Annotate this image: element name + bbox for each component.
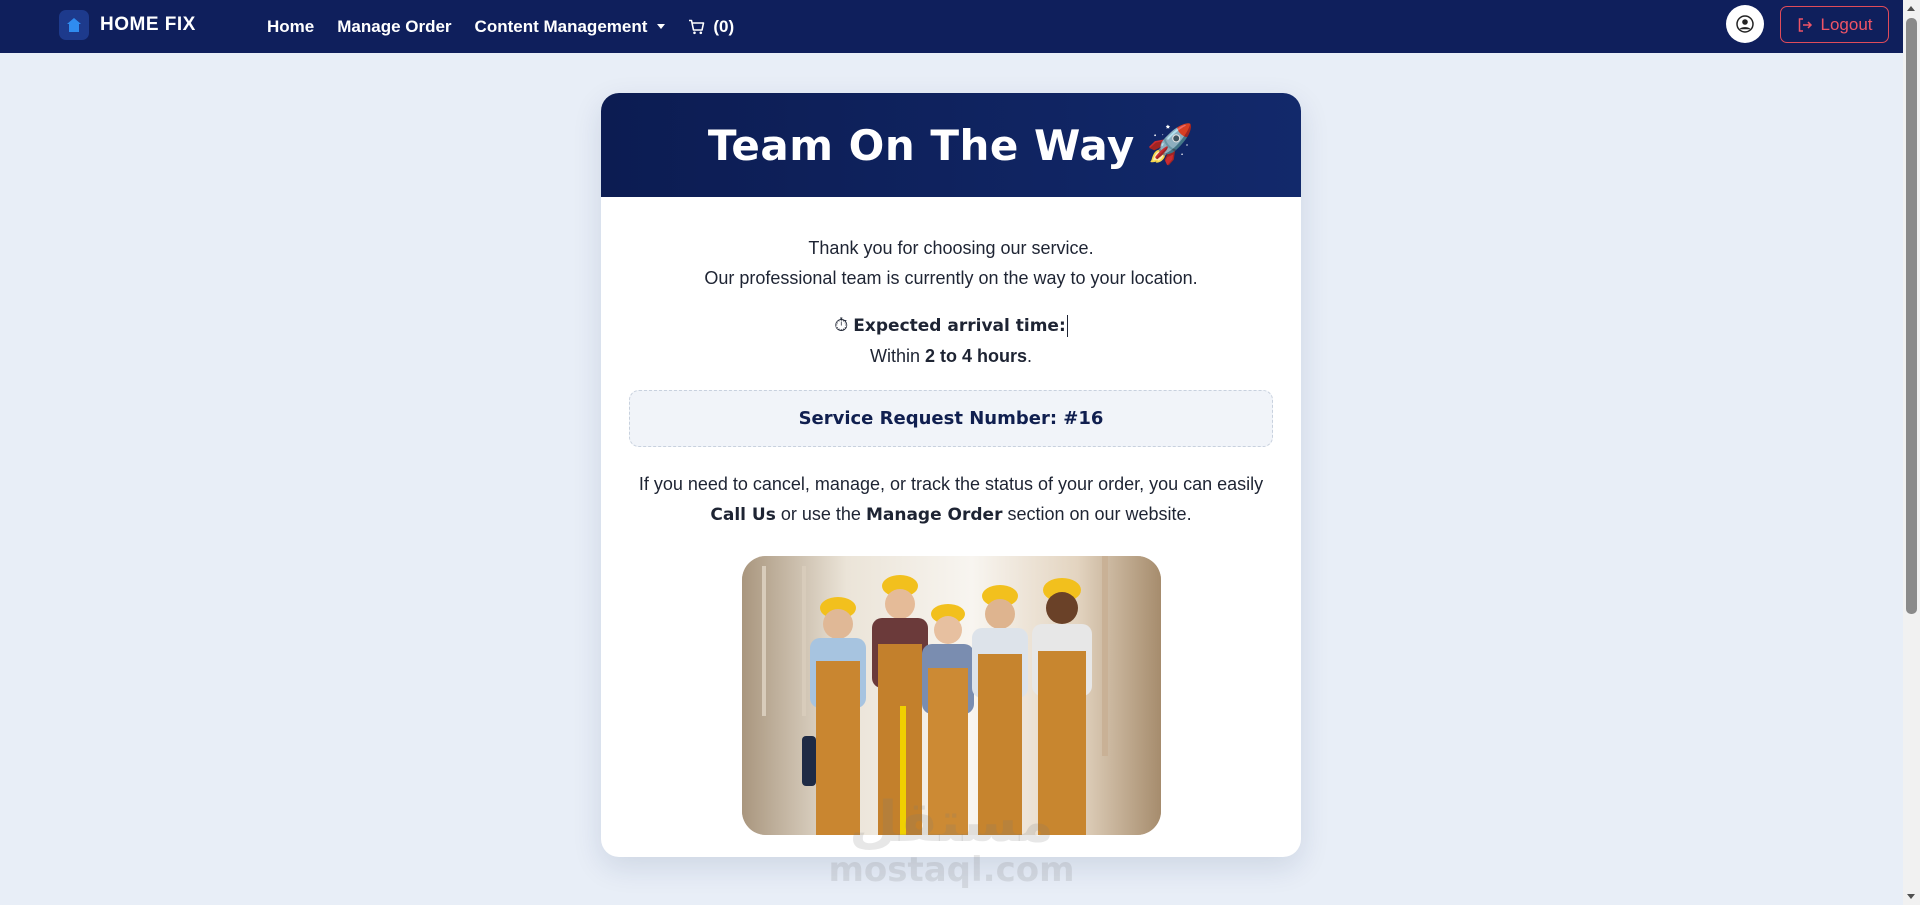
scroll-down-arrow-icon[interactable] xyxy=(1907,894,1915,899)
nav-home[interactable]: Home xyxy=(267,17,314,37)
help-part-3: section on our website. xyxy=(1007,504,1192,524)
scroll-up-arrow-icon[interactable] xyxy=(1907,6,1915,11)
house-icon xyxy=(59,10,89,40)
help-part-2: or use the xyxy=(780,504,861,524)
logout-label: Logout xyxy=(1820,14,1873,34)
logout-icon xyxy=(1798,17,1812,32)
cart-count: (0) xyxy=(713,16,735,36)
intro-line-1: Thank you for choosing our service. xyxy=(808,238,1094,258)
page-title: Team On The Way xyxy=(707,120,1135,170)
arrival-value: 2 to 4 hours xyxy=(925,346,1028,366)
card-header: Team On The Way 🚀 xyxy=(601,93,1301,197)
manage-order-text: Manage Order xyxy=(865,505,1003,525)
intro-line-2: Our professional team is currently on th… xyxy=(704,268,1198,288)
arrival-label: Expected arrival time: xyxy=(853,316,1066,336)
confirmation-card: Team On The Way 🚀 Thank you for choosing… xyxy=(601,93,1301,857)
card-body: Thank you for choosing our service. Our … xyxy=(601,233,1301,835)
arrival-info: ⏱ Expected arrival time: Within 2 to 4 h… xyxy=(601,310,1301,371)
watermark-site: mostaql.com xyxy=(828,850,1075,890)
scrollbar-thumb[interactable] xyxy=(1906,18,1917,614)
brand-name: HOME FIX xyxy=(100,14,196,35)
arrival-prefix: Within xyxy=(869,346,920,366)
help-part-1: If you need to cancel, manage, or track … xyxy=(638,474,1264,494)
intro-text: Thank you for choosing our service. Our … xyxy=(601,233,1301,293)
page-scrollbar[interactable] xyxy=(1903,0,1920,905)
cart-link[interactable]: (0) xyxy=(688,17,734,37)
nav-manage-order[interactable]: Manage Order xyxy=(337,17,451,37)
arrival-suffix: . xyxy=(1027,346,1033,366)
navbar: HOME FIX Home Manage Order Content Manag… xyxy=(0,0,1920,53)
text-cursor xyxy=(1066,315,1068,338)
help-text: If you need to cancel, manage, or track … xyxy=(631,469,1271,530)
nav-links: Home Manage Order Content Management (0) xyxy=(267,0,734,53)
rocket-icon: 🚀 xyxy=(1146,124,1195,166)
nav-content-management-label: Content Management xyxy=(474,16,648,36)
service-request-number: Service Request Number: #16 xyxy=(629,390,1273,447)
user-circle-icon xyxy=(1736,15,1754,33)
cart-icon xyxy=(689,19,705,34)
brand[interactable]: HOME FIX xyxy=(59,10,196,40)
call-us-text: Call Us xyxy=(710,505,776,525)
stopwatch-icon: ⏱ xyxy=(834,315,849,335)
chevron-down-icon xyxy=(657,24,666,29)
user-profile-button[interactable] xyxy=(1726,5,1764,43)
nav-content-management-dropdown[interactable]: Content Management xyxy=(475,17,666,37)
logout-button[interactable]: Logout xyxy=(1780,6,1889,43)
watermark-logo: مستقل xyxy=(849,790,1054,855)
